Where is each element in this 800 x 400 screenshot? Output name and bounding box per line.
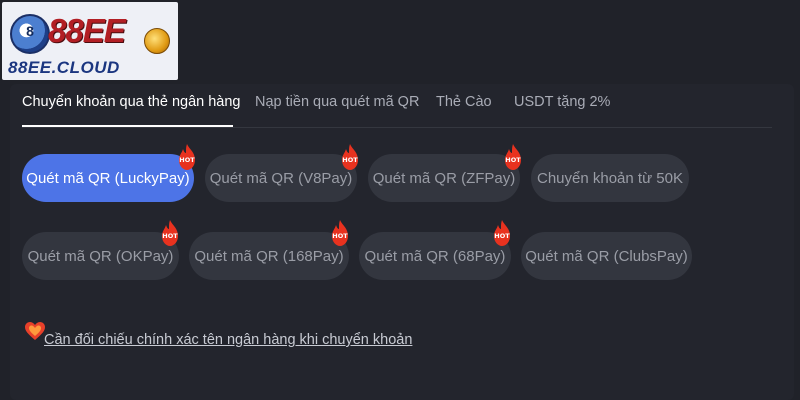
method-zfpay-button[interactable]: Quét mã QR (ZFPay)	[368, 154, 520, 202]
notice-link[interactable]: Cần đối chiếu chính xác tên ngân hàng kh…	[44, 332, 412, 348]
method-label: Quét mã QR (LuckyPay)	[26, 169, 190, 187]
method-label: Quét mã QR (ZFPay)	[372, 169, 516, 187]
method-68pay-button[interactable]: Quét mã QR (68Pay)	[359, 232, 511, 280]
hot-badge: HOT	[492, 220, 512, 246]
hot-badge: HOT	[177, 144, 197, 170]
heart-icon	[24, 320, 46, 342]
method-clubspay-button[interactable]: Quét mã QR (ClubsPay)	[521, 232, 692, 280]
method-transfer-50k-button[interactable]: Chuyển khoản từ 50K	[531, 154, 689, 202]
method-label: Chuyển khoản từ 50K	[537, 169, 683, 187]
tab-bank-transfer[interactable]: Chuyển khoản qua thẻ ngân hàng	[22, 94, 241, 110]
method-luckypay-button[interactable]: Quét mã QR (LuckyPay)	[22, 154, 194, 202]
tab-usdt[interactable]: USDT tặng 2%	[514, 94, 610, 110]
method-label: Quét mã QR (68Pay)	[364, 247, 506, 265]
hot-badge: HOT	[160, 220, 180, 246]
hot-badge: HOT	[503, 144, 523, 170]
hot-label: HOT	[179, 156, 195, 164]
method-label: Quét mã QR (OKPay)	[27, 247, 174, 265]
hot-label: HOT	[332, 232, 348, 240]
method-label: Quét mã QR (ClubsPay)	[525, 247, 688, 265]
method-label: Quét mã QR (168Pay)	[194, 247, 344, 265]
billiard-ball-icon	[10, 14, 50, 54]
hot-label: HOT	[505, 156, 521, 164]
hot-label: HOT	[494, 232, 510, 240]
hot-label: HOT	[162, 232, 178, 240]
method-label: Quét mã QR (V8Pay)	[209, 169, 353, 187]
hot-badge: HOT	[340, 144, 360, 170]
method-v8pay-button[interactable]: Quét mã QR (V8Pay)	[205, 154, 357, 202]
tab-scratch-card[interactable]: Thẻ Cào	[436, 94, 492, 110]
method-okpay-button[interactable]: Quét mã QR (OKPay)	[22, 232, 179, 280]
hot-badge: HOT	[330, 220, 350, 246]
coin-icon	[144, 28, 170, 54]
method-168pay-button[interactable]: Quét mã QR (168Pay)	[189, 232, 349, 280]
tab-divider	[22, 127, 772, 128]
logo-domain: 88EE.CLOUD	[8, 58, 120, 77]
hot-label: HOT	[342, 156, 358, 164]
brand-logo: 88EE 88EE.CLOUD	[2, 2, 178, 80]
logo-name: 88EE	[48, 12, 126, 49]
tab-qr-deposit[interactable]: Nạp tiền qua quét mã QR	[255, 94, 419, 110]
